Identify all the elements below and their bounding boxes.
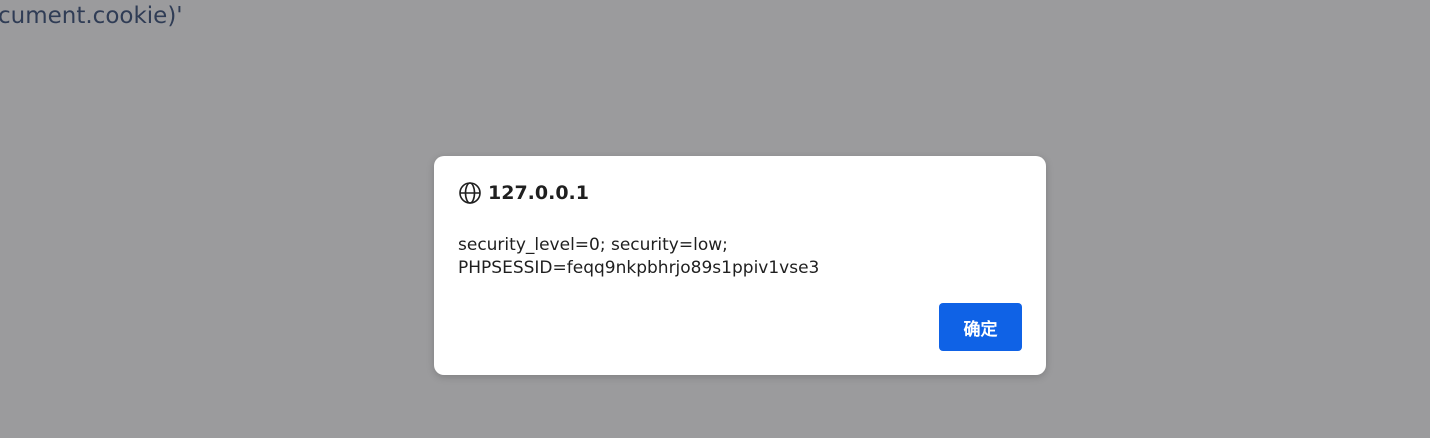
alert-dialog: 127.0.0.1 security_level=0; security=low…: [434, 156, 1046, 375]
message-line-cookie-security: security_level=0; security=low;: [458, 235, 728, 255]
page-url-fragment-text: cument.cookie)': [0, 3, 183, 29]
dialog-origin-title: 127.0.0.1: [488, 182, 589, 204]
dialog-header: 127.0.0.1: [458, 180, 589, 206]
ok-button[interactable]: 确定: [939, 303, 1022, 351]
dialog-message: security_level=0; security=low; PHPSESSI…: [458, 234, 1018, 280]
message-line-session-id: PHPSESSID=feqq9nkpbhrjo89s1ppiv1vse3: [458, 258, 820, 278]
globe-icon: [458, 181, 482, 205]
